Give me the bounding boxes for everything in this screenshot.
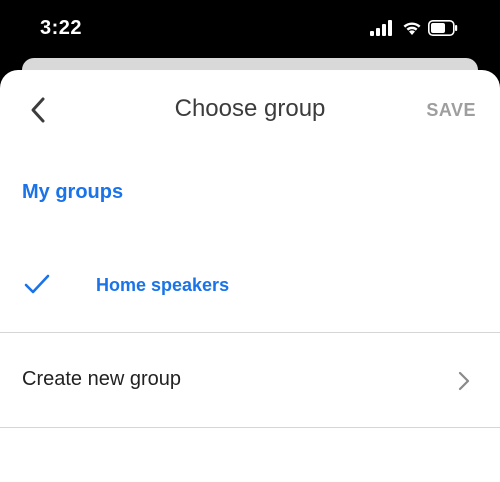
group-item-label: Home speakers (96, 275, 230, 295)
divider (0, 427, 500, 428)
create-new-group-label: Create new group (22, 368, 181, 390)
wifi-icon (403, 22, 421, 35)
battery-icon (428, 20, 458, 36)
status-bar: 3:22 (0, 0, 500, 60)
section-heading-my-groups: My groups (22, 181, 124, 203)
signal-icon (370, 20, 392, 36)
choose-group-sheet: Choose group SAVE My groups Home speaker… (0, 70, 500, 482)
create-new-group-button[interactable]: Create new group (0, 333, 500, 427)
group-item-home-speakers[interactable]: Home speakers (0, 260, 500, 312)
save-button[interactable]: SAVE (426, 100, 476, 121)
status-time: 3:22 (40, 17, 83, 39)
chevron-right-icon (458, 371, 470, 391)
check-icon (24, 274, 50, 294)
page-title: Choose group (174, 95, 326, 122)
